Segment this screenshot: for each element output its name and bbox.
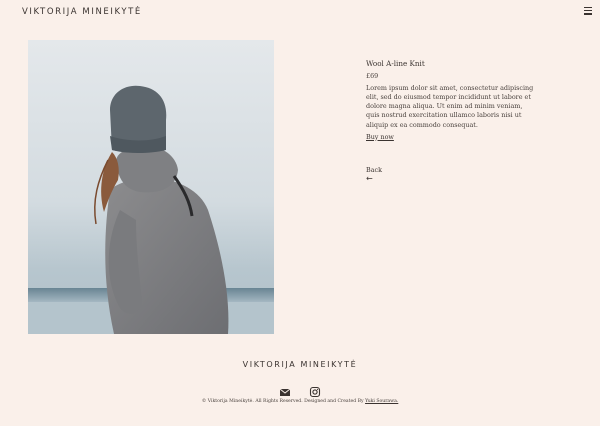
copyright: © Viktorija Mineikytė. All Rights Reserv… <box>0 399 600 404</box>
instagram-icon[interactable] <box>309 383 321 397</box>
envelope-icon[interactable] <box>279 383 291 396</box>
copyright-text: © Viktorija Mineikytė. All Rights Reserv… <box>201 399 366 404</box>
back-link[interactable]: Back ← <box>366 166 382 183</box>
product-title: Wool A-line Knit <box>366 59 425 68</box>
product-price: £69 <box>366 72 379 81</box>
footer-brand: VIKTORIJA MINEIKYTĖ <box>242 360 358 369</box>
site-logo[interactable]: VIKTORIJA MINEIKYTĖ <box>22 7 142 17</box>
page: VIKTORIJA MINEIKYTĖ Wool A-line Knit £69… <box>0 0 600 426</box>
designer-credit-link[interactable]: Yuki Sourawa. <box>365 399 398 404</box>
product-description: Lorem ipsum dolor sit amet, consectetur … <box>366 84 534 129</box>
social-links <box>0 378 600 397</box>
hamburger-menu-icon[interactable] <box>584 7 592 15</box>
back-label: Back <box>366 166 382 174</box>
buy-now-link[interactable]: Buy now <box>366 133 394 141</box>
product-photo <box>28 40 274 334</box>
product-info: Wool A-line Knit £69 Lorem ipsum dolor s… <box>366 59 534 142</box>
arrow-left-icon: ← <box>366 174 373 183</box>
